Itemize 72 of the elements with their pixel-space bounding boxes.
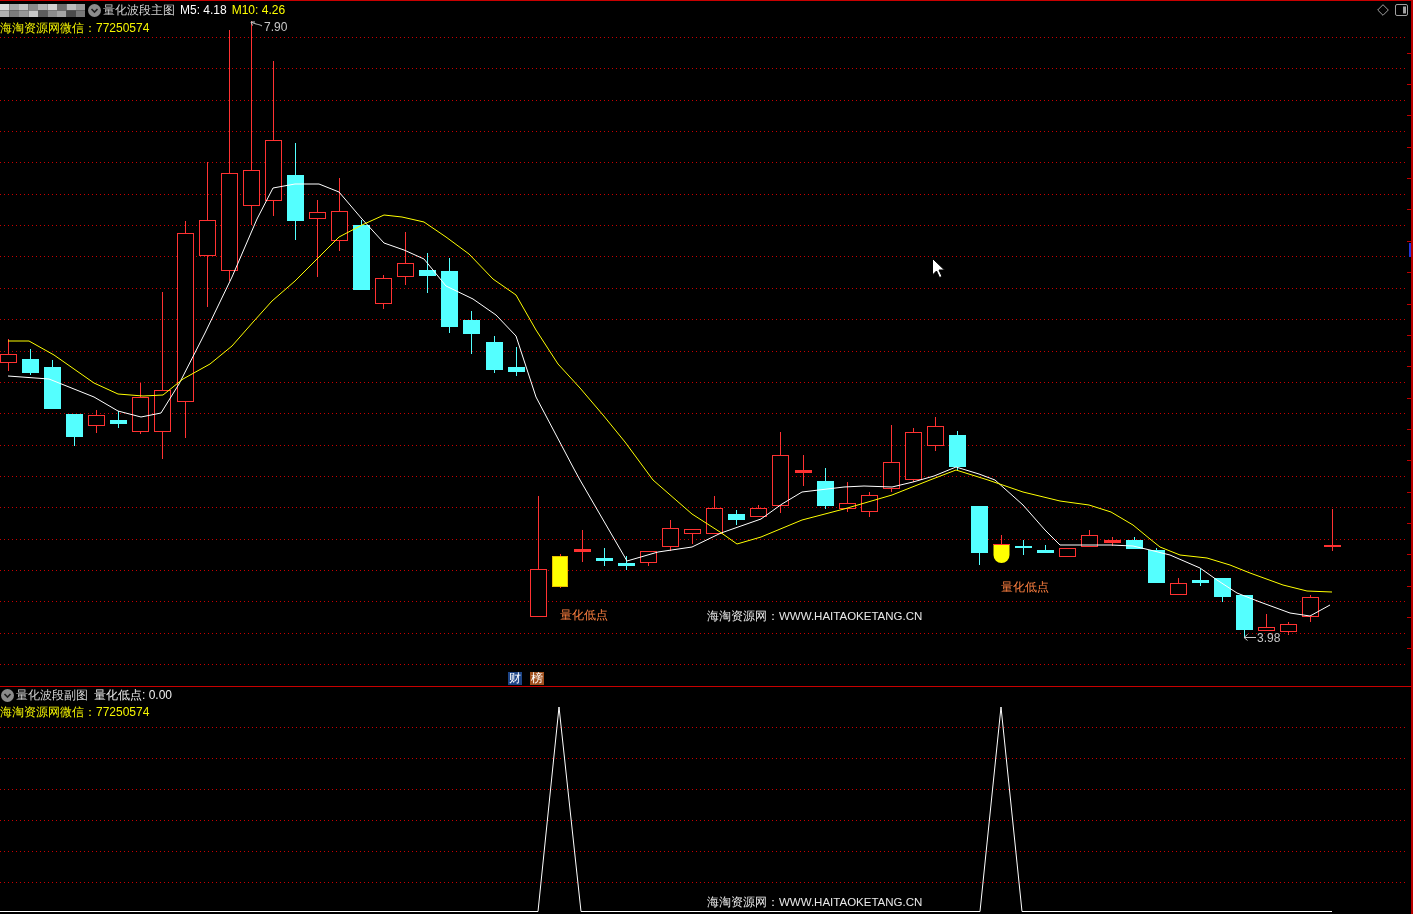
contact-text: 海淘资源网微信：77250574 xyxy=(0,21,150,35)
signal-label: 量化低点 xyxy=(560,608,608,622)
candlestick xyxy=(618,555,635,571)
signal-label: 量化低点 xyxy=(1001,580,1049,594)
candlestick xyxy=(44,359,61,410)
candlestick xyxy=(1302,594,1319,623)
candlestick xyxy=(1192,568,1209,587)
candlestick xyxy=(132,382,149,435)
candlestick xyxy=(795,454,812,487)
candlestick xyxy=(22,348,39,376)
candlestick xyxy=(992,534,1011,563)
candlestick xyxy=(861,491,878,518)
chevron-down-icon[interactable] xyxy=(88,3,101,17)
candlestick xyxy=(0,338,17,372)
candlestick xyxy=(927,416,944,452)
site-text: 海淘资源网：WWW.HAITAOKETANG.CN xyxy=(707,610,923,622)
candlestick xyxy=(66,413,83,447)
candlestick xyxy=(1015,539,1032,556)
candlestick xyxy=(839,481,856,513)
indicator-value: M5: 4.18 xyxy=(180,3,227,17)
candlestick xyxy=(88,409,105,434)
panel-toggle-icon[interactable] xyxy=(1395,4,1408,16)
candlestick xyxy=(552,553,568,589)
candlestick xyxy=(1081,529,1098,547)
candlestick xyxy=(110,410,127,429)
candlestick xyxy=(728,509,745,526)
indicator-title: 量化波段副图 xyxy=(16,688,88,702)
candlestick xyxy=(508,346,525,377)
candlestick xyxy=(353,219,370,291)
candlestick xyxy=(706,495,723,534)
candlestick xyxy=(1258,613,1275,631)
indicator-value: 量化低点: 0.00 xyxy=(94,688,173,702)
candlestick xyxy=(1148,547,1165,584)
candlestick xyxy=(596,547,613,567)
candlestick xyxy=(971,505,988,566)
candlestick xyxy=(1324,508,1341,552)
candlestick xyxy=(1059,548,1076,557)
ranking-badge[interactable]: 榜 xyxy=(530,672,544,685)
candlestick xyxy=(684,529,701,545)
candlestick xyxy=(1280,621,1297,636)
candlestick xyxy=(397,231,414,286)
candlestick xyxy=(662,519,679,552)
candlestick xyxy=(905,427,922,483)
site-text: 海淘资源网：WWW.HAITAOKETANG.CN xyxy=(707,896,923,908)
leader-arrow xyxy=(250,21,263,27)
diamond-icon[interactable] xyxy=(1377,4,1389,16)
indicator-value: M10: 4.26 xyxy=(231,3,286,17)
candlestick xyxy=(486,335,503,374)
contact-text: 海淘资源网微信：77250574 xyxy=(0,705,150,719)
mouse-pointer-icon xyxy=(932,258,945,278)
low-price-label: 3.98 xyxy=(1257,631,1281,645)
candlestick xyxy=(419,252,436,294)
candlestick xyxy=(1037,544,1054,554)
candlestick xyxy=(1170,577,1187,595)
candlestick xyxy=(1236,594,1253,638)
candlestick xyxy=(949,430,966,471)
candlestick xyxy=(750,504,767,517)
chevron-down-icon[interactable] xyxy=(1,688,14,702)
axis-marker xyxy=(1409,243,1411,257)
candlestick xyxy=(883,424,900,493)
candlestick xyxy=(640,551,657,567)
candlestick xyxy=(1104,536,1121,547)
candlestick xyxy=(574,529,591,563)
finance-badge[interactable]: 财 xyxy=(508,672,522,685)
candlestick xyxy=(817,467,834,510)
leader-arrow xyxy=(1243,634,1257,641)
candlestick xyxy=(1126,536,1143,550)
indicator-title: 量化波段主图 xyxy=(103,3,175,17)
candlestick xyxy=(463,310,480,355)
candlestick xyxy=(1214,577,1231,603)
high-price-label: 7.90 xyxy=(264,20,288,34)
candlestick xyxy=(375,274,392,310)
